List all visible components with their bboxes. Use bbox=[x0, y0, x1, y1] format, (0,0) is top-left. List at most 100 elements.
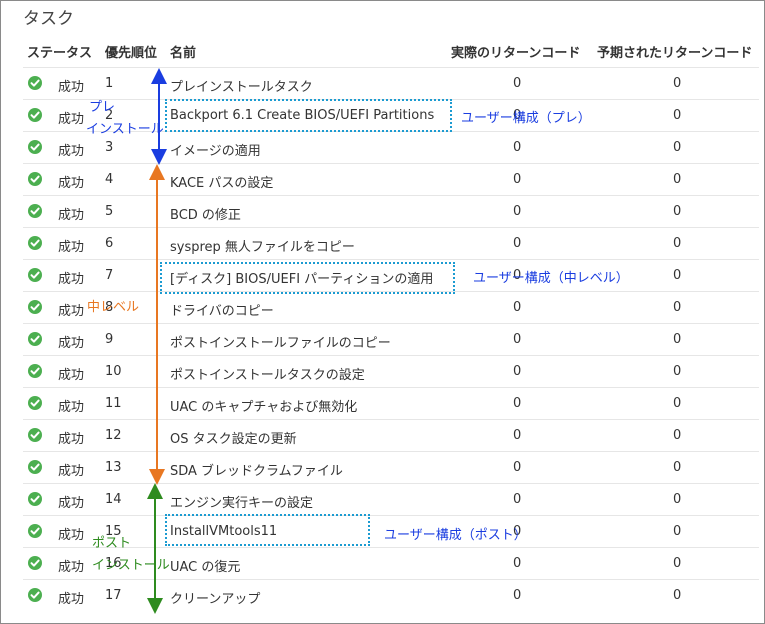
check-circle-icon bbox=[28, 236, 42, 250]
column-header-actual-return-code[interactable]: 実際のリターンコード bbox=[451, 42, 580, 61]
actual-return-code-cell: 0 bbox=[513, 428, 522, 443]
table-row[interactable]: 成功 9 ポストインストールファイルのコピー 0 0 bbox=[23, 323, 759, 355]
table-row[interactable]: 成功 14 エンジン実行キーの設定 0 0 bbox=[23, 483, 759, 515]
expected-return-code-cell: 0 bbox=[673, 364, 682, 379]
page-title: タスク bbox=[23, 9, 74, 29]
task-name-cell: UAC のキャプチャおよび無効化 bbox=[170, 400, 358, 415]
expected-return-code-cell: 0 bbox=[673, 172, 682, 187]
expected-return-code-cell: 0 bbox=[673, 236, 682, 251]
column-header-name[interactable]: 名前 bbox=[170, 42, 196, 61]
user-config-post-label: ユーザー構成（ポスト） bbox=[384, 528, 527, 543]
priority-cell: 13 bbox=[105, 460, 122, 475]
check-circle-icon bbox=[28, 108, 42, 122]
table-row[interactable]: 成功 6 sysprep 無人ファイルをコピー 0 0 bbox=[23, 227, 759, 259]
actual-return-code-cell: 0 bbox=[513, 396, 522, 411]
task-name-cell: クリーンアップ bbox=[170, 592, 261, 607]
check-circle-icon bbox=[28, 588, 42, 602]
status-cell: 成功 bbox=[58, 208, 85, 223]
check-circle-icon bbox=[28, 300, 42, 314]
check-circle-icon bbox=[28, 332, 42, 346]
actual-return-code-cell: 0 bbox=[513, 236, 522, 251]
expected-return-code-cell: 0 bbox=[673, 556, 682, 571]
expected-return-code-cell: 0 bbox=[673, 460, 682, 475]
check-circle-icon bbox=[28, 556, 42, 570]
table-row[interactable]: 成功 12 OS タスク設定の更新 0 0 bbox=[23, 419, 759, 451]
status-cell: 成功 bbox=[58, 272, 85, 287]
priority-cell: 3 bbox=[105, 140, 114, 155]
priority-cell: 14 bbox=[105, 492, 122, 507]
expected-return-code-cell: 0 bbox=[673, 268, 682, 283]
callout-box-user-pre bbox=[165, 99, 452, 132]
table-row[interactable]: 成功 4 KACE パスの設定 0 0 bbox=[23, 163, 759, 195]
expected-return-code-cell: 0 bbox=[673, 204, 682, 219]
check-circle-icon bbox=[28, 268, 42, 282]
actual-return-code-cell: 0 bbox=[513, 140, 522, 155]
priority-cell: 6 bbox=[105, 236, 114, 251]
pre-install-label-line1: プレ bbox=[89, 100, 116, 115]
table-row[interactable]: 成功 17 クリーンアップ 0 0 bbox=[23, 579, 759, 611]
check-circle-icon bbox=[28, 364, 42, 378]
actual-return-code-cell: 0 bbox=[513, 492, 522, 507]
task-name-cell: ポストインストールタスクの設定 bbox=[170, 368, 365, 383]
expected-return-code-cell: 0 bbox=[673, 396, 682, 411]
priority-cell: 11 bbox=[105, 396, 122, 411]
check-circle-icon bbox=[28, 524, 42, 538]
table-row[interactable]: 成功 1 プレインストールタスク 0 0 bbox=[23, 67, 759, 99]
task-name-cell: UAC の復元 bbox=[170, 560, 241, 575]
check-circle-icon bbox=[28, 172, 42, 186]
table-row[interactable]: 成功 11 UAC のキャプチャおよび無効化 0 0 bbox=[23, 387, 759, 419]
task-name-cell: SDA ブレッドクラムファイル bbox=[170, 464, 343, 479]
expected-return-code-cell: 0 bbox=[673, 76, 682, 91]
table-row[interactable]: 成功 13 SDA ブレッドクラムファイル 0 0 bbox=[23, 451, 759, 483]
status-cell: 成功 bbox=[58, 528, 85, 543]
priority-cell: 12 bbox=[105, 428, 122, 443]
status-cell: 成功 bbox=[58, 336, 85, 351]
status-cell: 成功 bbox=[58, 144, 85, 159]
actual-return-code-cell: 0 bbox=[513, 588, 522, 603]
priority-cell: 7 bbox=[105, 268, 114, 283]
priority-cell: 4 bbox=[105, 172, 114, 187]
priority-cell: 5 bbox=[105, 204, 114, 219]
status-cell: 成功 bbox=[58, 112, 85, 127]
check-circle-icon bbox=[28, 428, 42, 442]
priority-cell: 1 bbox=[105, 76, 114, 91]
task-name-cell: KACE パスの設定 bbox=[170, 176, 274, 191]
status-cell: 成功 bbox=[58, 304, 85, 319]
expected-return-code-cell: 0 bbox=[673, 428, 682, 443]
check-circle-icon bbox=[28, 460, 42, 474]
check-circle-icon bbox=[28, 140, 42, 154]
column-header-priority[interactable]: 優先順位 bbox=[105, 42, 157, 61]
task-name-cell: sysprep 無人ファイルをコピー bbox=[170, 240, 355, 255]
task-name-cell: エンジン実行キーの設定 bbox=[170, 496, 314, 511]
actual-return-code-cell: 0 bbox=[513, 460, 522, 475]
status-cell: 成功 bbox=[58, 592, 85, 607]
priority-cell: 10 bbox=[105, 364, 122, 379]
priority-cell: 17 bbox=[105, 588, 122, 603]
table-row[interactable]: 成功 10 ポストインストールタスクの設定 0 0 bbox=[23, 355, 759, 387]
column-header-expected-return-code[interactable]: 予期されたリターンコード bbox=[597, 42, 752, 61]
check-circle-icon bbox=[28, 396, 42, 410]
check-circle-icon bbox=[28, 204, 42, 218]
task-name-cell: OS タスク設定の更新 bbox=[170, 432, 297, 447]
check-circle-icon bbox=[28, 76, 42, 90]
expected-return-code-cell: 0 bbox=[673, 588, 682, 603]
status-cell: 成功 bbox=[58, 400, 85, 415]
status-cell: 成功 bbox=[58, 560, 85, 575]
actual-return-code-cell: 0 bbox=[513, 204, 522, 219]
actual-return-code-cell: 0 bbox=[513, 172, 522, 187]
pre-install-label-line2: インストール bbox=[86, 122, 164, 137]
column-header-status[interactable]: ステータス bbox=[27, 42, 92, 61]
expected-return-code-cell: 0 bbox=[673, 108, 682, 123]
expected-return-code-cell: 0 bbox=[673, 492, 682, 507]
actual-return-code-cell: 0 bbox=[513, 364, 522, 379]
expected-return-code-cell: 0 bbox=[673, 140, 682, 155]
actual-return-code-cell: 0 bbox=[513, 76, 522, 91]
mid-level-label: 中レベル bbox=[87, 300, 140, 315]
actual-return-code-cell: 0 bbox=[513, 332, 522, 347]
task-name-cell: イメージの適用 bbox=[170, 144, 261, 159]
table-row[interactable]: 成功 5 BCD の修正 0 0 bbox=[23, 195, 759, 227]
status-cell: 成功 bbox=[58, 432, 85, 447]
actual-return-code-cell: 0 bbox=[513, 300, 522, 315]
task-name-cell: ドライバのコピー bbox=[170, 304, 274, 319]
status-cell: 成功 bbox=[58, 464, 85, 479]
